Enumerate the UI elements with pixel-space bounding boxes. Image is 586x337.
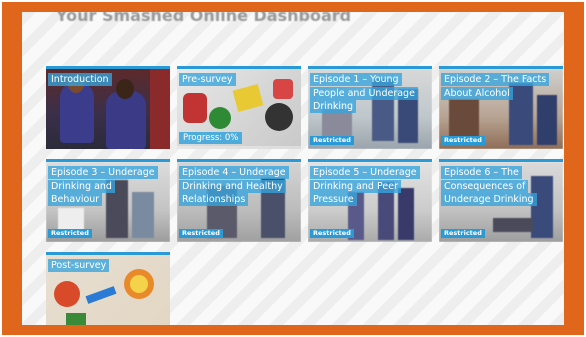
card-title: Episode 6 – The Consequences of Underage… [441, 166, 537, 206]
course-card-episode-4[interactable]: Episode 4 – Underage Drinking and Health… [177, 159, 301, 242]
card-title: Episode 4 – Underage Drinking and Health… [179, 166, 289, 206]
orange-frame: Your Smashed Online Dashboard Introducti… [2, 2, 584, 335]
restricted-badge: Restricted [441, 229, 485, 238]
course-card-episode-1[interactable]: Episode 1 – Young People and Underage Dr… [308, 66, 432, 149]
progress-label: Progress: 0% [179, 132, 243, 144]
course-card-pre-survey[interactable]: Pre-survey Progress: 0% [177, 66, 301, 149]
restricted-badge: Restricted [310, 136, 354, 145]
dashboard-panel: Your Smashed Online Dashboard Introducti… [22, 12, 564, 325]
card-title: Episode 1 – Young People and Underage Dr… [310, 73, 418, 113]
card-title: Post-survey [48, 259, 110, 272]
restricted-badge: Restricted [441, 136, 485, 145]
course-card-episode-6[interactable]: Episode 6 – The Consequences of Underage… [439, 159, 563, 242]
restricted-badge: Restricted [179, 229, 223, 238]
card-title: Episode 3 – Underage Drinking and Behavi… [48, 166, 158, 206]
course-card-episode-2[interactable]: Episode 2 – The Facts About Alcohol Rest… [439, 66, 563, 149]
card-title: Pre-survey [179, 73, 236, 86]
card-title: Introduction [48, 73, 112, 86]
progress-bar [177, 146, 301, 149]
dashboard-title: Your Smashed Online Dashboard [56, 12, 352, 25]
course-card-post-survey[interactable]: Post-survey [46, 252, 170, 325]
card-title: Episode 2 – The Facts About Alcohol [441, 73, 550, 100]
restricted-badge: Restricted [310, 229, 354, 238]
card-title: Episode 5 – Underage Drinking and Peer P… [310, 166, 420, 206]
course-card-episode-3[interactable]: Episode 3 – Underage Drinking and Behavi… [46, 159, 170, 242]
course-card-episode-5[interactable]: Episode 5 – Underage Drinking and Peer P… [308, 159, 432, 242]
course-card-introduction[interactable]: Introduction [46, 66, 170, 149]
restricted-badge: Restricted [48, 229, 92, 238]
